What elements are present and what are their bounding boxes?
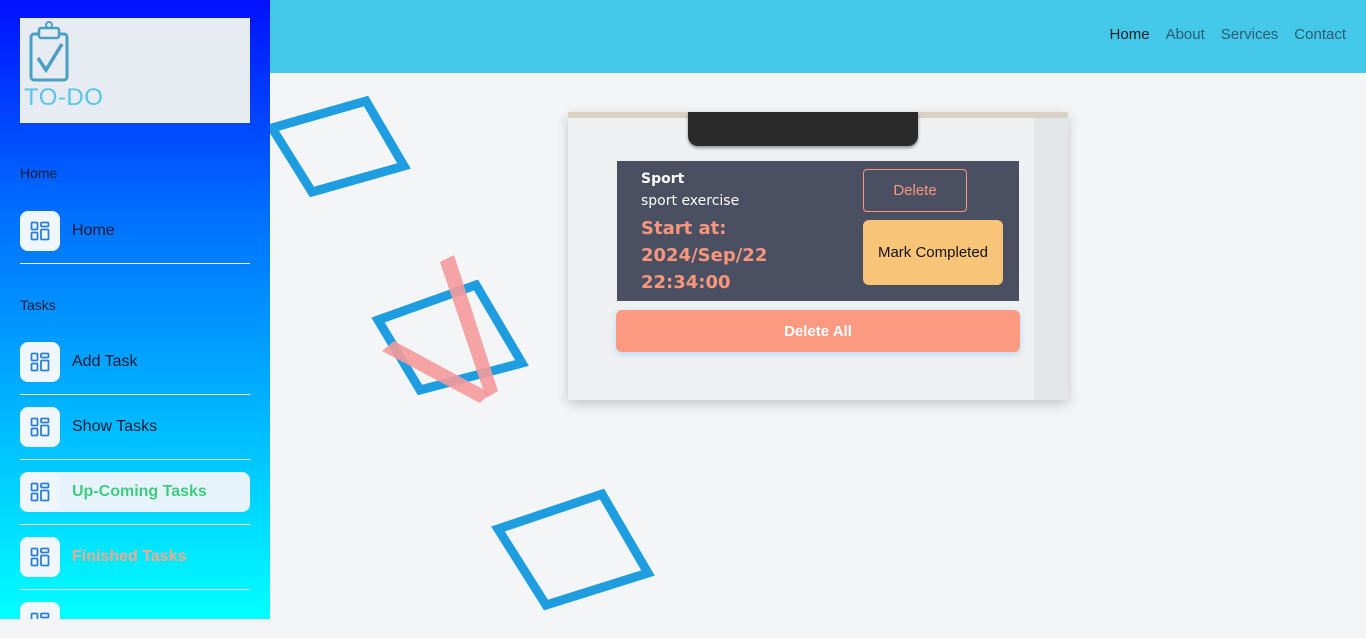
clipboard-side: [1034, 118, 1068, 400]
sidebar-item-add-task[interactable]: Add Task: [20, 342, 250, 382]
sidebar-item-label: Finished Tasks: [72, 548, 187, 565]
dashboard-icon: [20, 602, 60, 619]
sidebar-item-finished-tasks[interactable]: Finished Tasks: [20, 537, 250, 577]
sidebar-item-partial[interactable]: [20, 602, 250, 619]
dashboard-icon: [20, 472, 60, 512]
section-label-home: Home: [20, 165, 58, 181]
clipboard-panel: Sport sport exercise Start at: 2024/Sep/…: [568, 112, 1068, 400]
app-logo[interactable]: TO-DO: [20, 18, 250, 123]
sidebar-item-label: Up-Coming Tasks: [72, 483, 207, 500]
dashboard-icon: [20, 407, 60, 447]
logo-text: TO-DO: [24, 84, 104, 111]
divider: [20, 524, 250, 525]
divider: [20, 394, 250, 395]
divider: [20, 589, 250, 590]
sidebar-item-home[interactable]: Home: [20, 211, 250, 251]
mark-completed-button[interactable]: Mark Completed: [863, 220, 1003, 285]
task-description: sport exercise: [641, 193, 740, 209]
sidebar-item-show-tasks[interactable]: Show Tasks: [20, 407, 250, 447]
sidebar-item-label: Show Tasks: [72, 418, 158, 435]
sidebar-item-label: Home: [72, 222, 115, 239]
top-navbar: Home About Services Contact: [270, 0, 1366, 73]
delete-all-button[interactable]: Delete All: [616, 310, 1020, 352]
dashboard-icon: [20, 342, 60, 382]
nav-link-about[interactable]: About: [1166, 26, 1205, 43]
nav-link-services[interactable]: Services: [1221, 26, 1279, 43]
divider: [20, 459, 250, 460]
sidebar: TO-DO Home Home Tasks Add Task Show Task…: [0, 0, 270, 619]
clipboard-check-icon: [29, 21, 69, 82]
top-nav: Home About Services Contact: [1110, 26, 1346, 43]
task-start-time: Start at: 2024/Sep/22 22:34:00: [641, 218, 768, 293]
dashboard-icon: [20, 211, 60, 251]
clipboard-clip: [688, 112, 918, 146]
nav-link-home[interactable]: Home: [1110, 26, 1150, 43]
sidebar-item-upcoming-tasks[interactable]: Up-Coming Tasks: [20, 472, 250, 512]
divider: [20, 263, 250, 264]
nav-link-contact[interactable]: Contact: [1294, 26, 1346, 43]
sidebar-item-label: Add Task: [72, 353, 138, 370]
delete-button[interactable]: Delete: [863, 169, 967, 212]
task-card: Sport sport exercise Start at: 2024/Sep/…: [617, 161, 1019, 301]
task-title: Sport: [641, 171, 685, 187]
dashboard-icon: [20, 537, 60, 577]
section-label-tasks: Tasks: [20, 297, 56, 313]
